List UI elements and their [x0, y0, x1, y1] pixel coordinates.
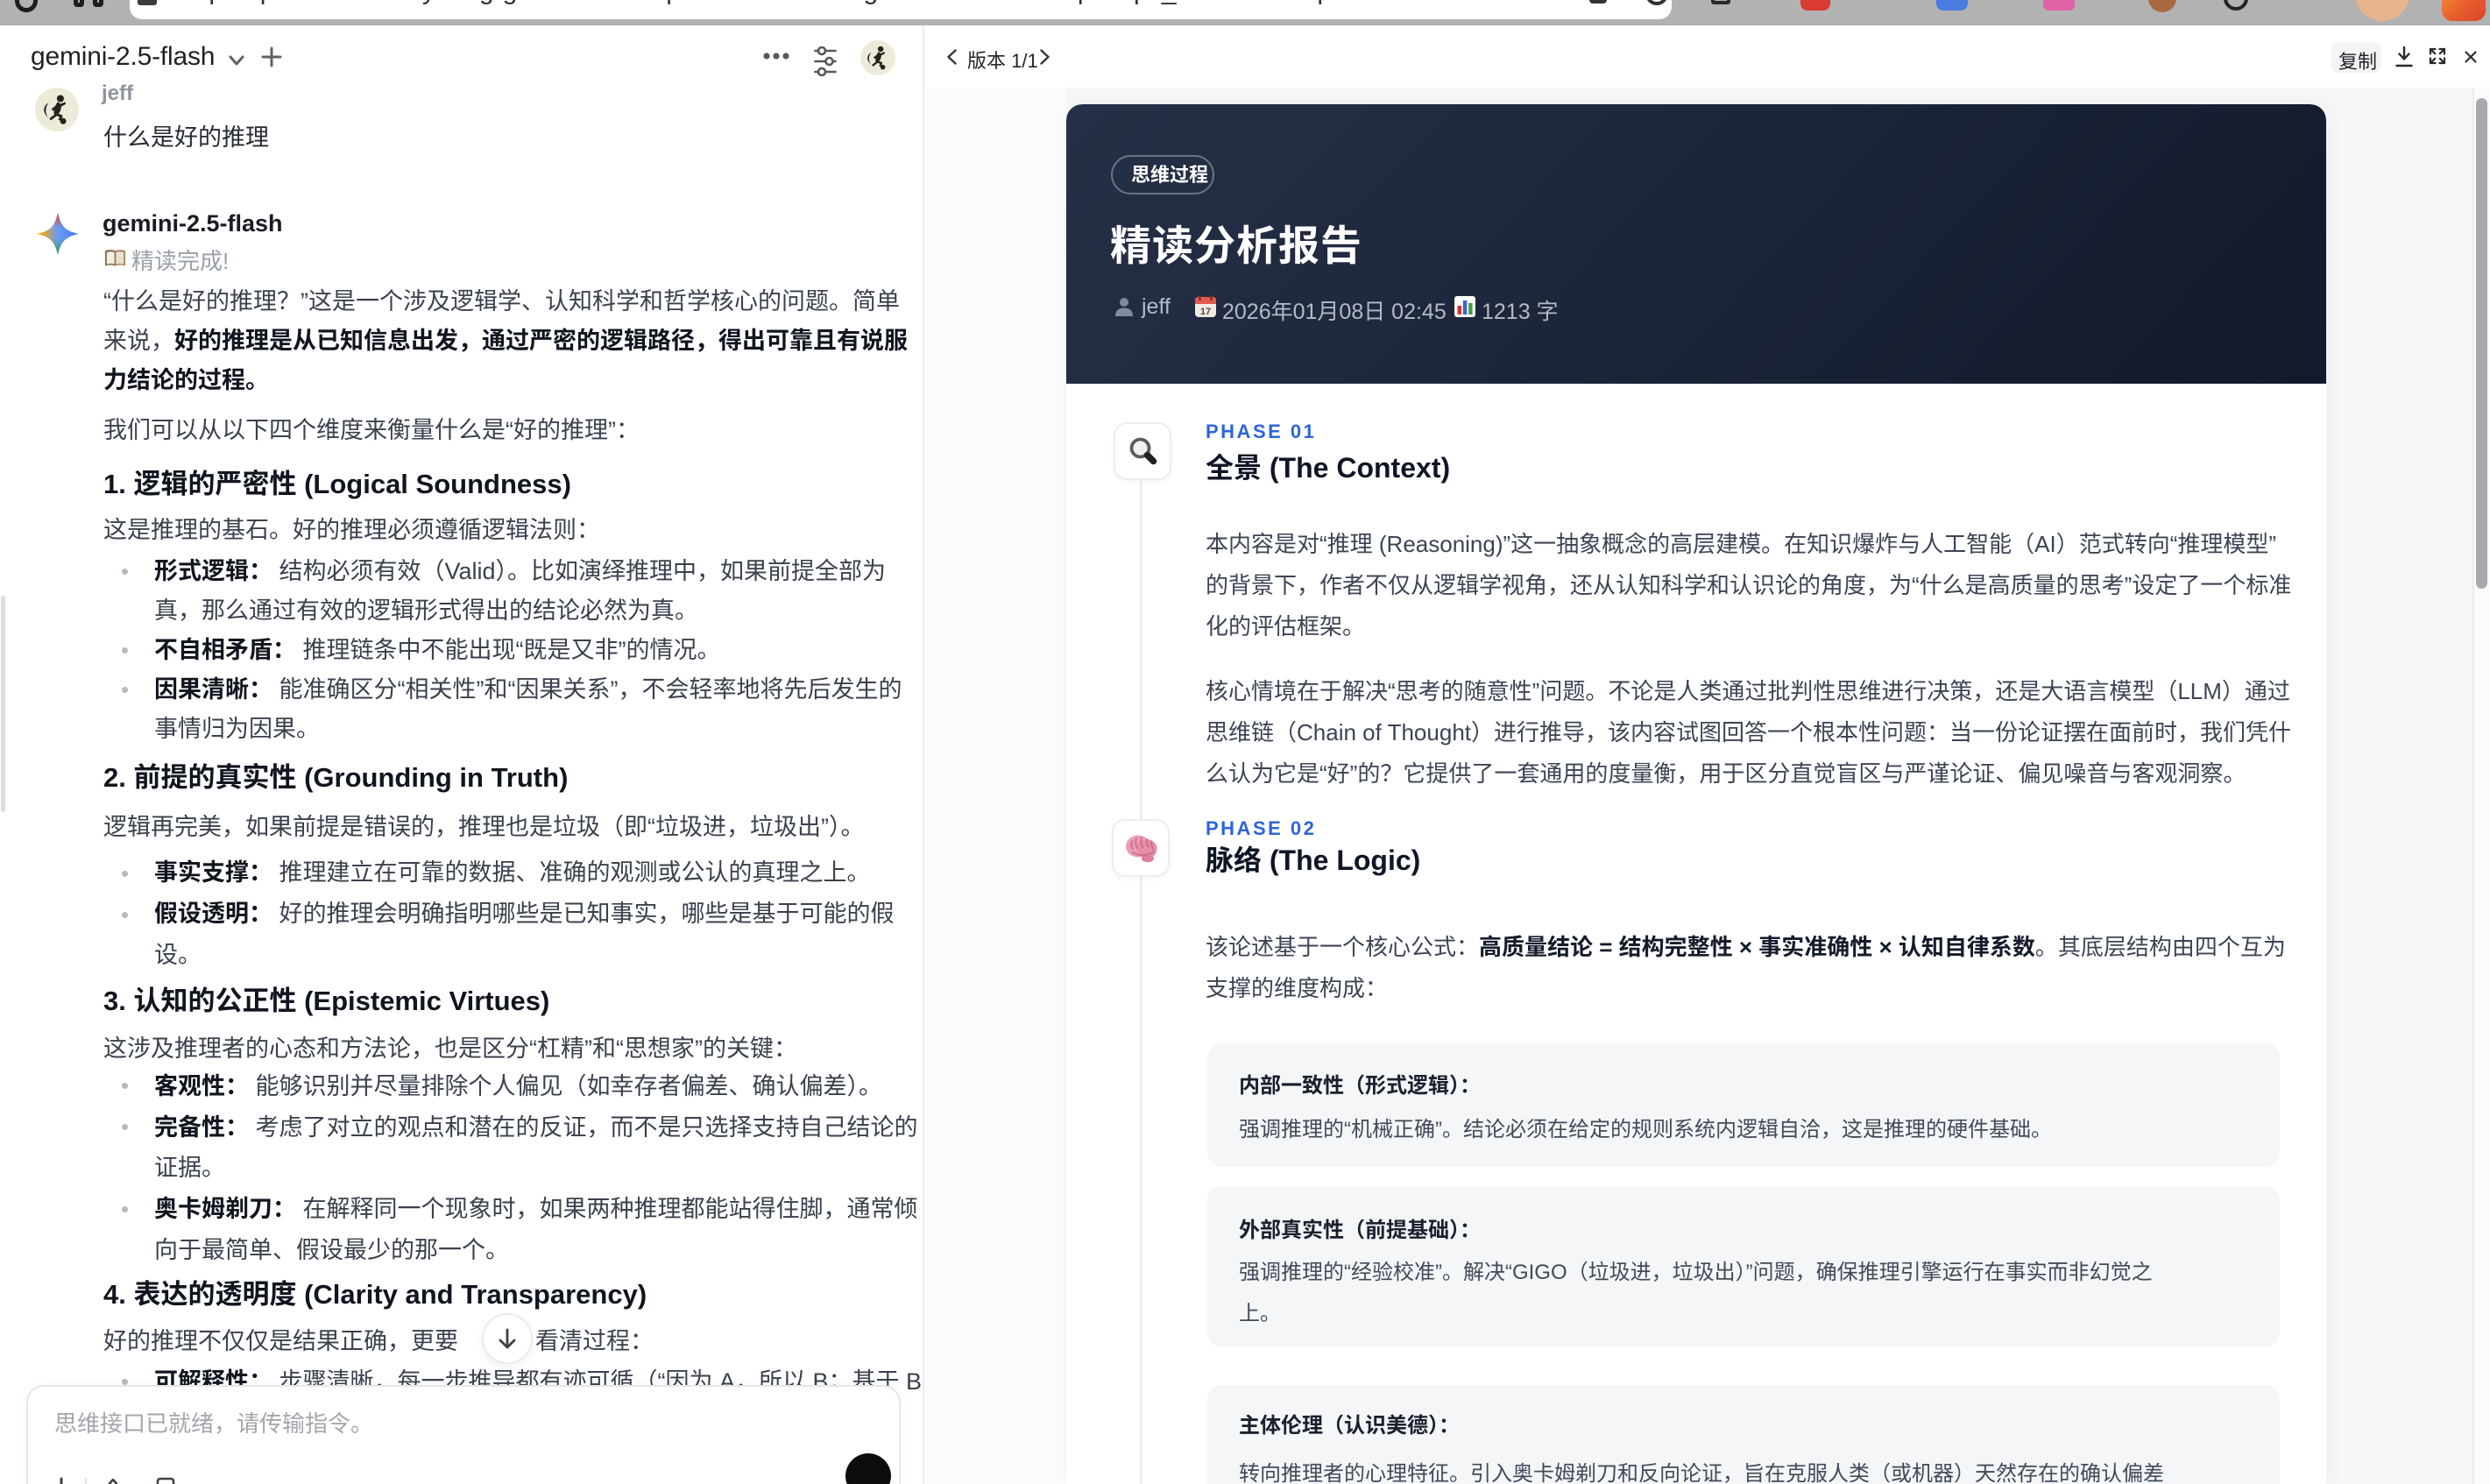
- svg-text:17: 17: [1200, 307, 1211, 317]
